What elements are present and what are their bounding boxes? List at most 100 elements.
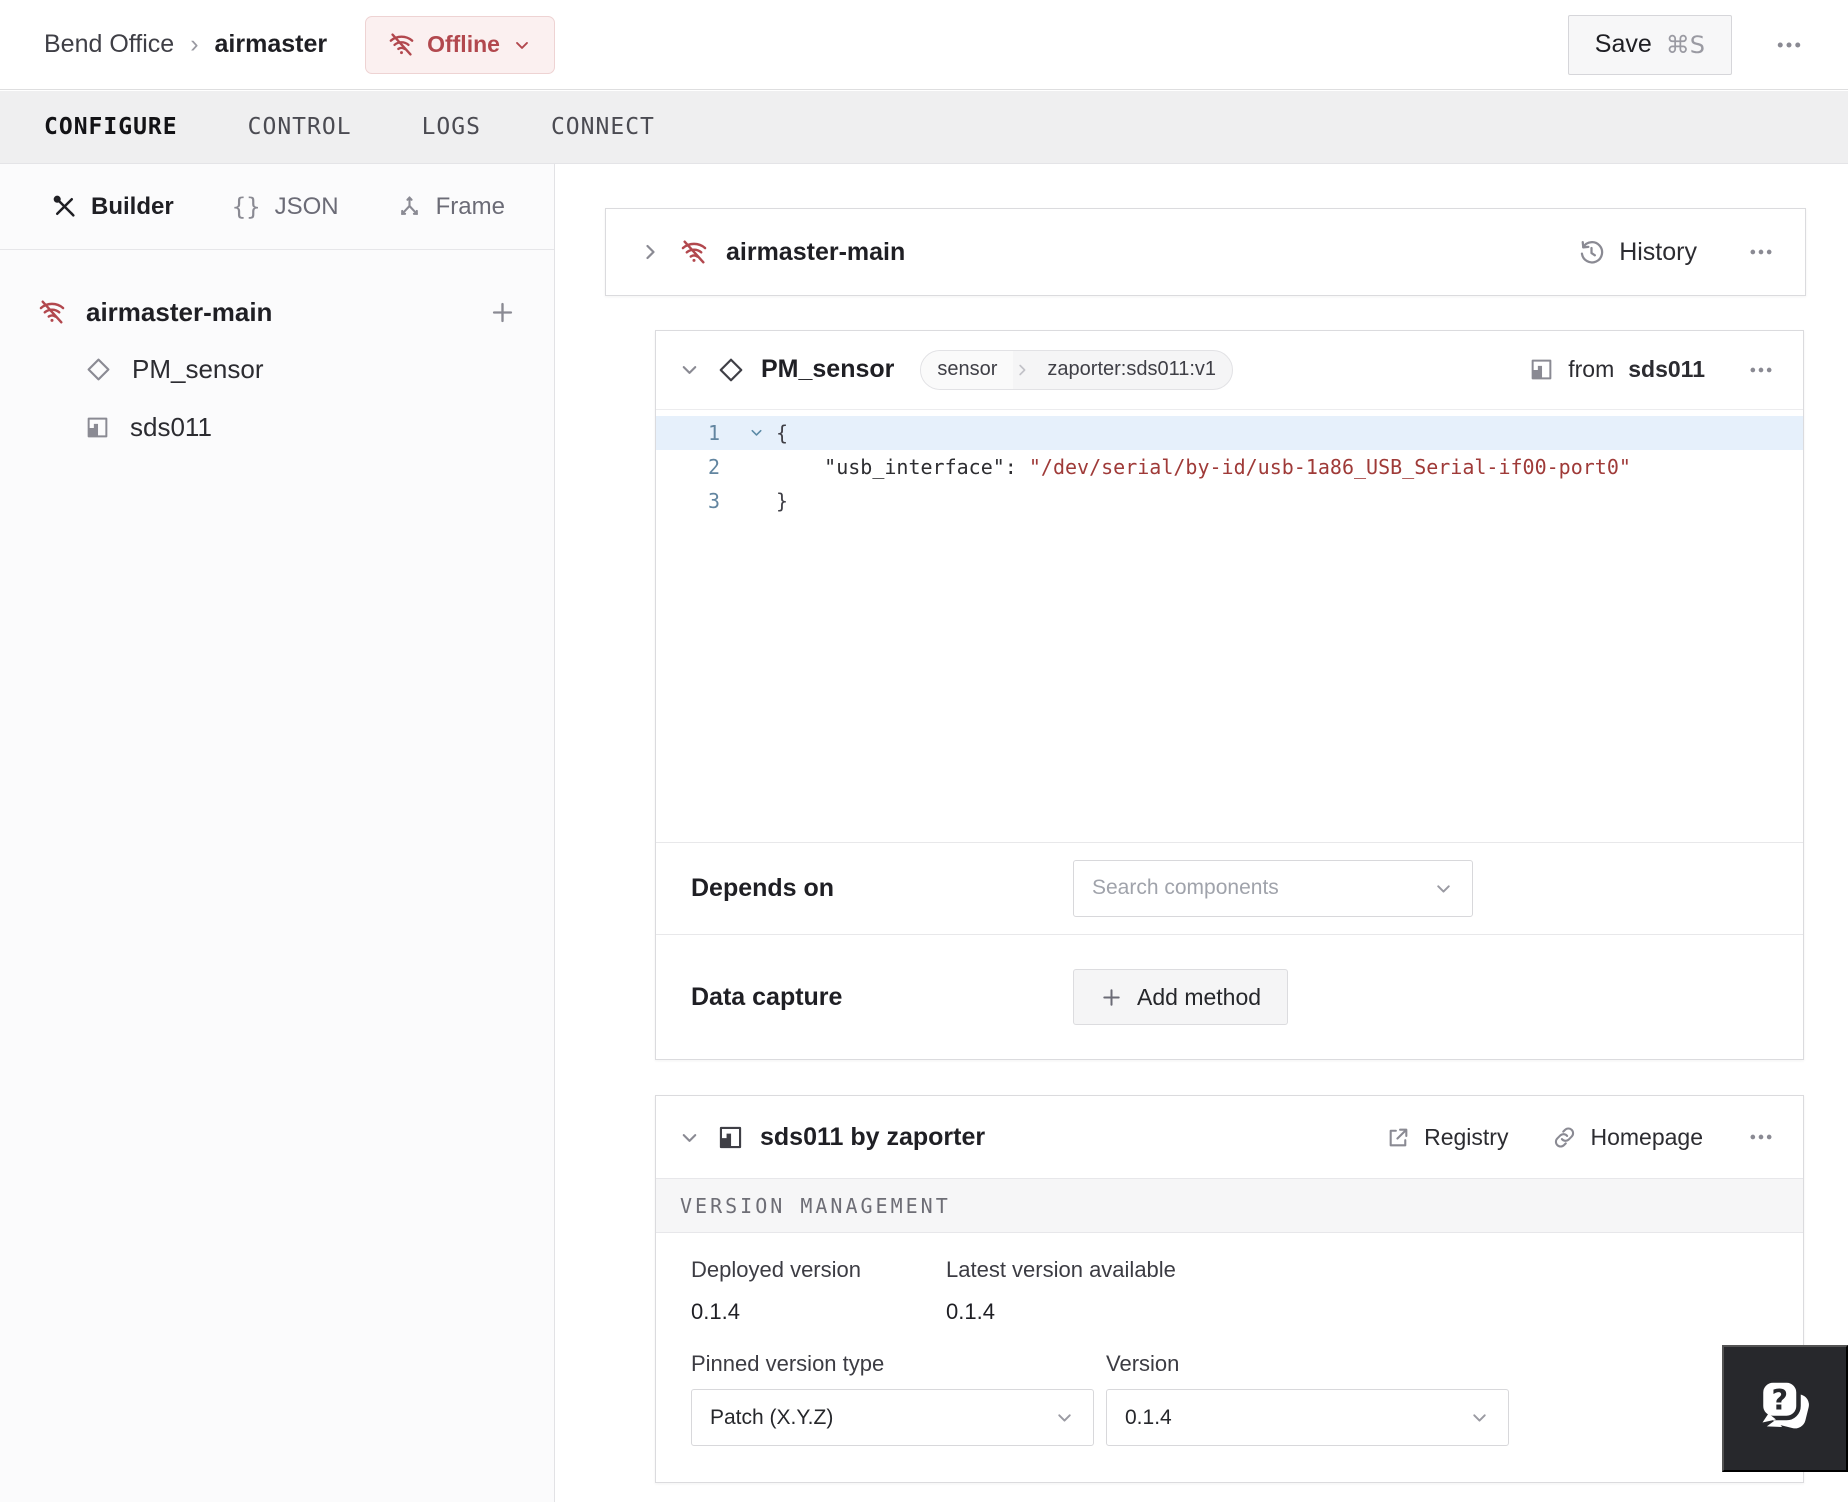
machine-status-dropdown[interactable]: Offline: [365, 15, 555, 74]
data-capture-label: Data capture: [691, 982, 843, 1011]
latest-version-label: Latest version available: [946, 1257, 1176, 1282]
version-value: 0.1.4: [1125, 1405, 1172, 1429]
pinned-version-type-select[interactable]: Patch (X.Y.Z): [691, 1389, 1094, 1446]
breadcrumb-separator-icon: ›: [190, 30, 199, 58]
pm-sensor-header: PM_sensor sensor zaporter:sds011:v1 from…: [656, 331, 1803, 409]
version-management-header: VERSION MANAGEMENT: [656, 1178, 1803, 1233]
module-more-menu[interactable]: [1747, 1123, 1775, 1151]
tab-logs[interactable]: LOGS: [422, 114, 481, 140]
ellipsis-icon: [1747, 238, 1775, 266]
add-component-button[interactable]: [489, 299, 516, 326]
badge-model: zaporter:sds011:v1: [1047, 358, 1217, 381]
pm-sensor-card: PM_sensor sensor zaporter:sds011:v1 from…: [655, 330, 1804, 1060]
fold-toggle-icon[interactable]: [736, 424, 776, 441]
save-label: Save: [1594, 30, 1652, 58]
code-line[interactable]: 2 "usb_interface": "/dev/serial/by-id/us…: [656, 450, 1803, 484]
version-label: Version: [1106, 1351, 1180, 1376]
tools-icon: [52, 194, 77, 219]
component-title: PM_sensor: [761, 355, 895, 384]
save-button[interactable]: Save ⌘S: [1567, 14, 1732, 75]
help-question-icon: ?: [1758, 1377, 1809, 1428]
history-button[interactable]: History: [1619, 238, 1697, 267]
mode-json[interactable]: {} JSON: [232, 193, 339, 221]
line-number: 2: [707, 454, 720, 479]
chevron-right-icon[interactable]: [638, 240, 662, 264]
mode-frame-label: Frame: [435, 192, 505, 220]
tab-connect[interactable]: CONNECT: [551, 114, 655, 140]
component-type-badge: sensor zaporter:sds011:v1: [920, 349, 1234, 390]
pinned-version-type-label: Pinned version type: [691, 1351, 885, 1376]
module-header: sds011 by zaporter Registry Homepage: [656, 1096, 1803, 1178]
wifi-off-icon: [38, 298, 66, 326]
svg-text:?: ?: [1771, 1383, 1788, 1416]
link-icon: [1552, 1125, 1577, 1150]
machine-part-card: airmaster-main History: [605, 208, 1806, 296]
homepage-link[interactable]: Homepage: [1552, 1124, 1703, 1151]
data-capture-row: Data capture Add method: [656, 934, 1803, 1059]
chevron-down-icon: [1469, 1407, 1490, 1428]
from-module-prefix: from: [1568, 356, 1615, 383]
registry-link[interactable]: Registry: [1386, 1124, 1508, 1151]
depends-on-select[interactable]: Search components: [1073, 859, 1473, 917]
homepage-label: Homepage: [1590, 1123, 1703, 1150]
tab-control[interactable]: CONTROL: [248, 114, 352, 140]
depends-on-row: Depends on Search components: [656, 841, 1803, 935]
depends-on-label: Depends on: [691, 873, 835, 902]
code-text: "usb_interface": "/dev/serial/by-id/usb-…: [824, 454, 1631, 479]
pm-sensor-header-right: from sds011: [1529, 356, 1775, 384]
code-line[interactable]: 1 {: [656, 415, 1803, 450]
mode-builder[interactable]: Builder: [52, 193, 174, 221]
mode-frame[interactable]: Frame: [397, 193, 505, 221]
code-text: }: [776, 488, 789, 513]
sensor-diamond-icon: [717, 356, 745, 384]
chevron-down-icon[interactable]: [678, 1126, 701, 1149]
view-mode-switcher: Builder {} JSON Frame: [0, 164, 554, 250]
component-tree: airmaster-main PM_sensor sds011: [0, 250, 554, 456]
part-title: airmaster-main: [726, 237, 906, 266]
top-bar-actions: Save ⌘S: [1567, 14, 1812, 75]
braces-icon: {}: [231, 192, 261, 221]
tree-item-airmaster-main[interactable]: airmaster-main: [0, 284, 554, 340]
module-title: sds011 by zaporter: [760, 1122, 986, 1151]
frame-axes-icon: [397, 194, 422, 219]
part-actions: History: [1578, 238, 1775, 267]
wifi-off-icon: [388, 31, 415, 58]
more-menu-button[interactable]: [1766, 22, 1812, 68]
deployed-version-label: Deployed version: [691, 1257, 861, 1282]
module-icon: [1529, 357, 1554, 382]
tree-child-label: PM_sensor: [132, 353, 264, 384]
module-icon: [85, 415, 110, 440]
plus-icon: [1100, 986, 1123, 1009]
part-more-menu[interactable]: [1747, 238, 1775, 266]
ellipsis-icon: [1747, 1123, 1775, 1151]
config-sidebar: Builder {} JSON Frame airmaster-main PM_…: [0, 164, 555, 1502]
add-method-label: Add method: [1137, 983, 1262, 1010]
wifi-off-icon: [680, 238, 708, 266]
add-method-button[interactable]: Add method: [1073, 969, 1289, 1026]
code-line[interactable]: 3 }: [656, 484, 1803, 518]
deployed-version-value: 0.1.4: [691, 1299, 740, 1324]
sds011-module-card: sds011 by zaporter Registry Homepage VER: [655, 1095, 1804, 1483]
tree-item-pm-sensor[interactable]: PM_sensor: [0, 340, 554, 398]
help-button[interactable]: ?: [1722, 1345, 1848, 1472]
chevron-down-icon[interactable]: [678, 358, 701, 381]
line-number: 3: [707, 488, 720, 513]
version-select[interactable]: 0.1.4: [1106, 1389, 1509, 1446]
component-more-menu[interactable]: [1747, 356, 1775, 384]
module-links: Registry Homepage: [1386, 1123, 1775, 1151]
breadcrumb-machine: airmaster: [214, 30, 328, 58]
mode-json-label: JSON: [274, 192, 339, 220]
breadcrumb-location[interactable]: Bend Office: [44, 30, 174, 59]
tab-configure[interactable]: CONFIGURE: [44, 114, 178, 140]
external-link-icon: [1386, 1125, 1411, 1150]
pinned-version-type-value: Patch (X.Y.Z): [710, 1405, 834, 1429]
tree-item-sds011[interactable]: sds011: [0, 398, 554, 456]
attributes-json-editor[interactable]: 1 { 2 "usb_interface": "/dev/serial/by-i…: [656, 408, 1803, 842]
mode-builder-label: Builder: [91, 192, 174, 220]
chevron-right-icon: [1013, 361, 1031, 379]
status-label: Offline: [427, 31, 500, 57]
badge-type: sensor: [921, 350, 1014, 389]
chevron-down-icon: [1433, 878, 1454, 899]
from-module-name[interactable]: sds011: [1628, 356, 1705, 383]
depends-on-placeholder: Search components: [1092, 876, 1279, 900]
